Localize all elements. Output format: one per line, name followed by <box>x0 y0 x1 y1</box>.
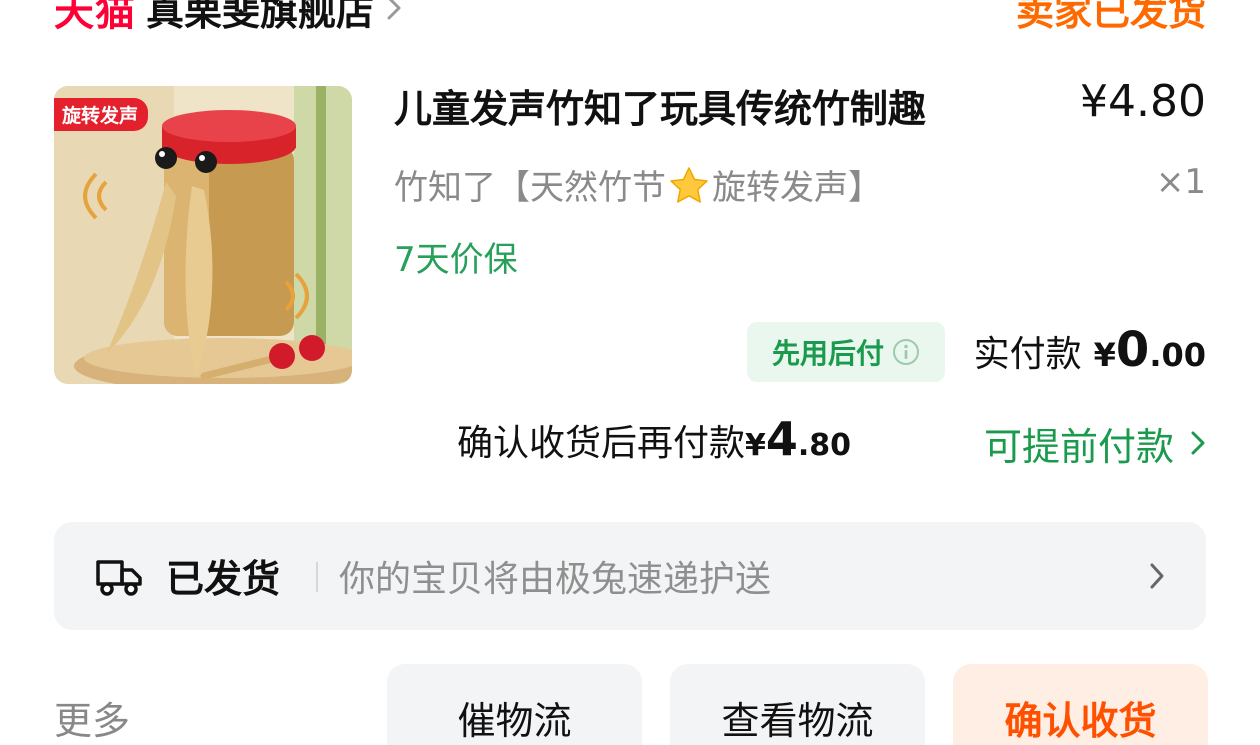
more-button[interactable]: 更多 <box>54 690 130 745</box>
shipping-description: 你的宝贝将由极兔速递护送 <box>339 559 772 600</box>
pay-after-confirm-label: 确认收货后再付款 <box>457 423 746 464</box>
prepay-link[interactable]: 可提前付款 <box>984 412 1206 474</box>
chevron-right-icon <box>1148 560 1166 596</box>
truck-icon <box>94 554 144 604</box>
sku-suffix: 旋转发声】 <box>712 168 882 208</box>
actual-paid-label: 实付款 <box>973 334 1082 375</box>
pay-later-tag[interactable]: 先用后付 <box>747 322 945 382</box>
actual-paid-decimal: .00 <box>1149 336 1206 374</box>
sku-prefix: 竹知了【天然竹节 <box>394 168 666 208</box>
actual-paid-currency: ¥ <box>1093 336 1116 374</box>
product-sku: 竹知了【天然竹节 旋转发声】 <box>394 160 882 209</box>
pay-later-label: 先用后付 <box>771 337 884 370</box>
prepay-link-label: 可提前付款 <box>983 424 1174 469</box>
product-price: ¥4.80 <box>1080 76 1206 127</box>
confirm-receipt-button[interactable]: 确认收货 <box>953 664 1208 745</box>
shipping-status: 已发货 <box>166 557 281 601</box>
chevron-right-icon[interactable] <box>386 0 402 21</box>
store-name[interactable]: 真栗斐旗舰店 <box>146 0 374 36</box>
pay-after-confirm-decimal: .80 <box>797 428 852 463</box>
info-icon[interactable] <box>892 338 920 366</box>
star-icon <box>666 164 712 206</box>
price-protection-tag[interactable]: 7天价保 <box>394 232 518 281</box>
tmall-logo: 天猫 <box>54 0 136 35</box>
shipping-card[interactable]: 已发货 你的宝贝将由极兔速递护送 <box>54 522 1206 630</box>
view-logistics-button[interactable]: 查看物流 <box>670 664 925 745</box>
product-quantity: ×1 <box>1155 162 1206 202</box>
product-badge: 旋转发声 <box>54 98 149 131</box>
order-status: 卖家已发货 <box>1015 0 1206 34</box>
pay-after-confirm: 确认收货后再付款 ¥ 4 .80 <box>457 412 851 474</box>
pay-after-confirm-integer: 4 <box>765 412 798 466</box>
divider <box>316 562 318 592</box>
actual-paid-integer: 0 <box>1115 322 1150 378</box>
product-title[interactable]: 儿童发声竹知了玩具传统竹制趣 <box>394 78 926 133</box>
pay-after-confirm-currency: ¥ <box>745 428 766 463</box>
urge-logistics-button[interactable]: 催物流 <box>387 664 642 745</box>
store-header[interactable]: 天猫 真栗斐旗舰店 <box>54 0 402 38</box>
actual-paid: 实付款 ¥ 0 .00 <box>974 322 1206 382</box>
chevron-right-icon <box>1190 429 1206 457</box>
product-image[interactable]: 旋转发声 <box>54 86 352 384</box>
